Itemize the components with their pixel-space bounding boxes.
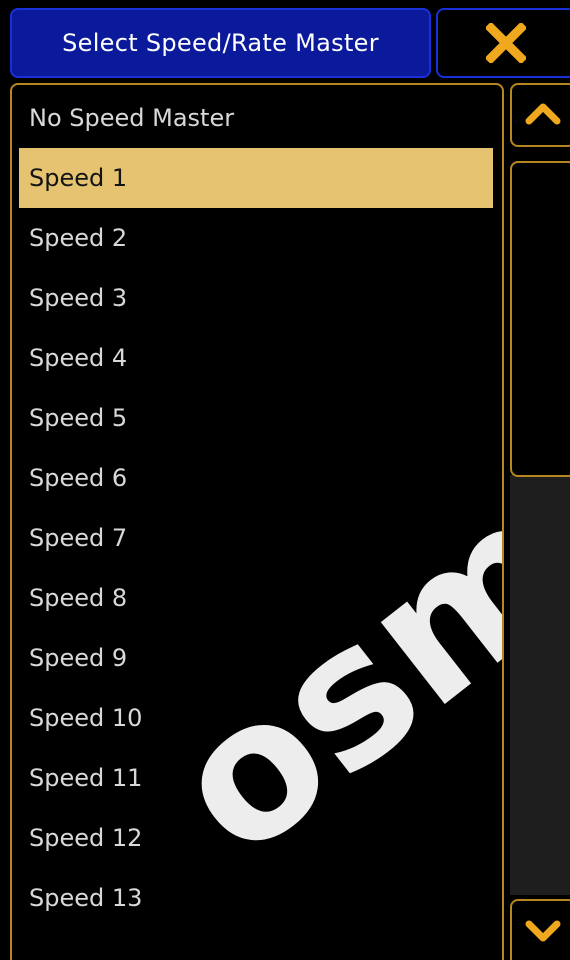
list-item[interactable]: Speed 10 (19, 688, 493, 748)
dialog-title-bar: Select Speed/Rate Master (10, 8, 431, 78)
speed-master-list-panel: No Speed Master Speed 1 Speed 2 Speed 3 … (10, 83, 504, 960)
list-item[interactable]: No Speed Master (19, 88, 493, 148)
list-item[interactable]: Speed 2 (19, 208, 493, 268)
list-item-label: Speed 4 (29, 344, 128, 372)
list-item[interactable]: Speed 13 (19, 868, 493, 928)
close-icon (486, 23, 526, 63)
list-item[interactable]: Speed 1 (19, 148, 493, 208)
list-item[interactable]: Speed 4 (19, 328, 493, 388)
list-item-label: Speed 8 (29, 584, 128, 612)
chevron-up-icon (525, 101, 561, 129)
list-item-label: Speed 6 (29, 464, 128, 492)
list-item-label: Speed 9 (29, 644, 128, 672)
list-item[interactable]: Speed 12 (19, 808, 493, 868)
list-item-label: Speed 12 (29, 824, 143, 852)
list-item-label: No Speed Master (29, 104, 235, 132)
speed-master-dialog: Select Speed/Rate Master No Speed Master… (0, 0, 570, 960)
list-item[interactable]: Speed 7 (19, 508, 493, 568)
dialog-title: Select Speed/Rate Master (62, 29, 379, 57)
list-item[interactable]: Speed 6 (19, 448, 493, 508)
list-item-label: Speed 5 (29, 404, 128, 432)
list-item-label: Speed 13 (29, 884, 143, 912)
scroll-track[interactable] (510, 475, 570, 895)
list-item[interactable]: Speed 9 (19, 628, 493, 688)
list-item-label: Speed 3 (29, 284, 128, 312)
list-item-label: Speed 10 (29, 704, 143, 732)
list-item[interactable]: Speed 3 (19, 268, 493, 328)
scroll-thumb[interactable] (510, 161, 570, 477)
list-item-label: Speed 1 (29, 164, 128, 192)
list-scrollbar (510, 83, 570, 960)
close-button[interactable] (436, 8, 570, 78)
list-item[interactable]: Speed 8 (19, 568, 493, 628)
list-item-label: Speed 2 (29, 224, 128, 252)
chevron-down-icon (525, 920, 561, 948)
list-item-label: Speed 7 (29, 524, 128, 552)
speed-master-list: No Speed Master Speed 1 Speed 2 Speed 3 … (19, 88, 493, 928)
list-item[interactable]: Speed 5 (19, 388, 493, 448)
scroll-up-button[interactable] (510, 83, 570, 147)
scroll-down-button[interactable] (510, 899, 570, 960)
list-item-label: Speed 11 (29, 764, 143, 792)
list-item[interactable]: Speed 11 (19, 748, 493, 808)
